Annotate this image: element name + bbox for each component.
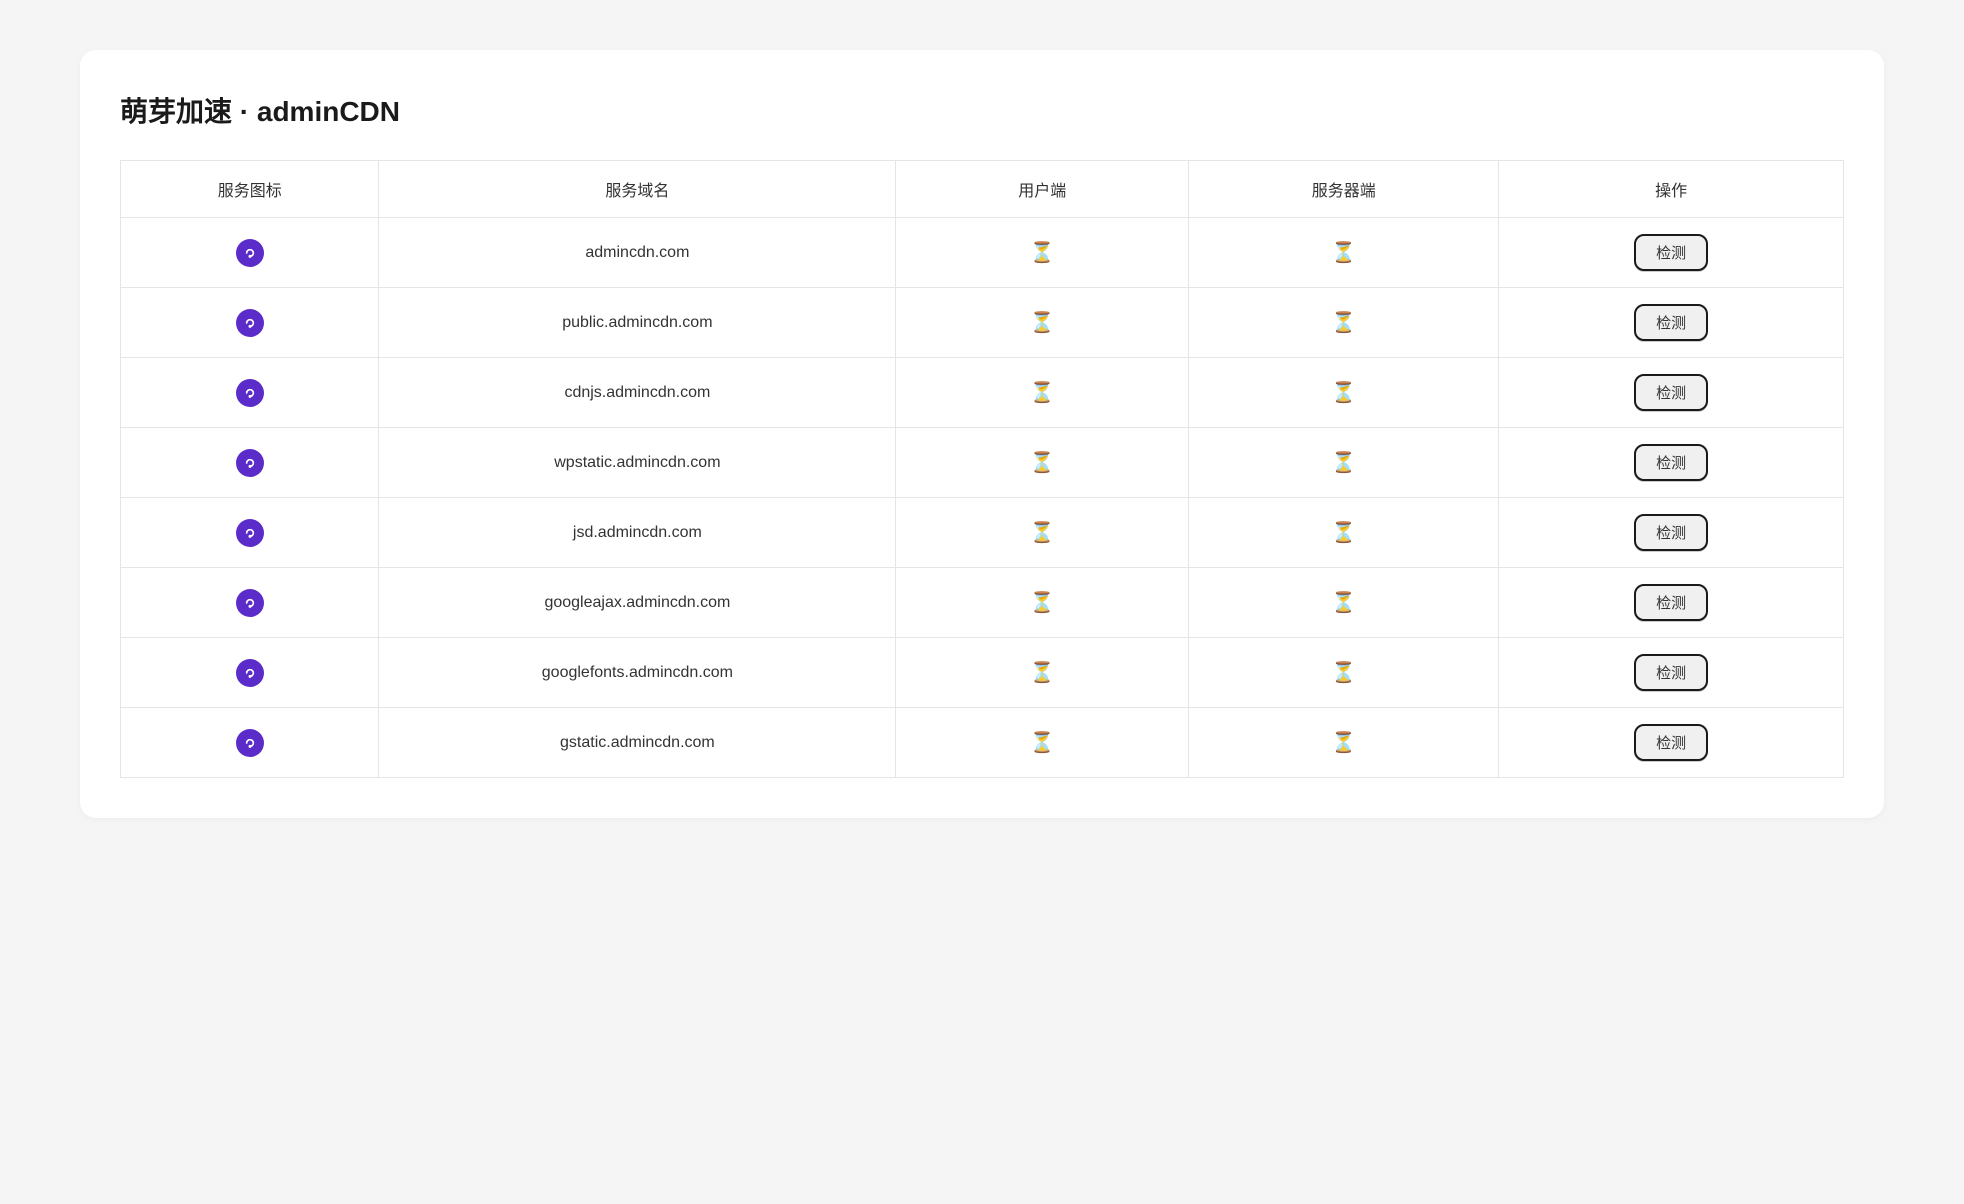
action-cell: 检测 [1499, 358, 1844, 428]
domain-cell: cdnjs.admincdn.com [379, 358, 896, 428]
domain-cell: public.admincdn.com [379, 288, 896, 358]
service-logo-icon [236, 239, 264, 267]
server-status-cell: ⏳ [1189, 568, 1499, 638]
main-card: 萌芽加速 · adminCDN 服务图标 服务域名 用户端 服务器端 操作 ad… [80, 50, 1884, 818]
hourglass-icon: ⏳ [1030, 732, 1055, 754]
table-row: cdnjs.admincdn.com ⏳ ⏳ 检测 [121, 358, 1844, 428]
service-icon-cell [121, 708, 379, 778]
server-status-cell: ⏳ [1189, 428, 1499, 498]
client-status-cell: ⏳ [896, 498, 1189, 568]
detect-button[interactable]: 检测 [1634, 584, 1708, 621]
table-header-row: 服务图标 服务域名 用户端 服务器端 操作 [121, 161, 1844, 218]
hourglass-icon: ⏳ [1331, 452, 1356, 474]
table-row: jsd.admincdn.com ⏳ ⏳ 检测 [121, 498, 1844, 568]
detect-button[interactable]: 检测 [1634, 444, 1708, 481]
service-logo-icon [236, 729, 264, 757]
detect-button[interactable]: 检测 [1634, 304, 1708, 341]
action-cell: 检测 [1499, 288, 1844, 358]
hourglass-icon: ⏳ [1030, 242, 1055, 264]
service-icon-cell [121, 428, 379, 498]
table-row: wpstatic.admincdn.com ⏳ ⏳ 检测 [121, 428, 1844, 498]
detect-button[interactable]: 检测 [1634, 234, 1708, 271]
page-title: 萌芽加速 · adminCDN [120, 90, 1844, 130]
detect-button[interactable]: 检测 [1634, 374, 1708, 411]
hourglass-icon: ⏳ [1030, 382, 1055, 404]
client-status-cell: ⏳ [896, 218, 1189, 288]
hourglass-icon: ⏳ [1030, 522, 1055, 544]
hourglass-icon: ⏳ [1030, 312, 1055, 334]
header-action: 操作 [1499, 161, 1844, 218]
service-logo-icon [236, 659, 264, 687]
header-domain: 服务域名 [379, 161, 896, 218]
table-row: googlefonts.admincdn.com ⏳ ⏳ 检测 [121, 638, 1844, 708]
service-logo-icon [236, 309, 264, 337]
hourglass-icon: ⏳ [1030, 592, 1055, 614]
client-status-cell: ⏳ [896, 708, 1189, 778]
service-logo-icon [236, 519, 264, 547]
service-icon-cell [121, 358, 379, 428]
server-status-cell: ⏳ [1189, 498, 1499, 568]
server-status-cell: ⏳ [1189, 638, 1499, 708]
action-cell: 检测 [1499, 708, 1844, 778]
header-server: 服务器端 [1189, 161, 1499, 218]
table-row: gstatic.admincdn.com ⏳ ⏳ 检测 [121, 708, 1844, 778]
action-cell: 检测 [1499, 498, 1844, 568]
service-icon-cell [121, 288, 379, 358]
client-status-cell: ⏳ [896, 358, 1189, 428]
action-cell: 检测 [1499, 638, 1844, 708]
table-row: admincdn.com ⏳ ⏳ 检测 [121, 218, 1844, 288]
hourglass-icon: ⏳ [1331, 382, 1356, 404]
server-status-cell: ⏳ [1189, 218, 1499, 288]
domain-cell: googlefonts.admincdn.com [379, 638, 896, 708]
service-icon-cell [121, 498, 379, 568]
domain-cell: googleajax.admincdn.com [379, 568, 896, 638]
detect-button[interactable]: 检测 [1634, 724, 1708, 761]
server-status-cell: ⏳ [1189, 358, 1499, 428]
action-cell: 检测 [1499, 218, 1844, 288]
service-table: 服务图标 服务域名 用户端 服务器端 操作 admincdn.com⏳⏳检测pu… [120, 160, 1844, 778]
hourglass-icon: ⏳ [1331, 592, 1356, 614]
client-status-cell: ⏳ [896, 428, 1189, 498]
client-status-cell: ⏳ [896, 638, 1189, 708]
hourglass-icon: ⏳ [1331, 732, 1356, 754]
hourglass-icon: ⏳ [1030, 662, 1055, 684]
domain-cell: wpstatic.admincdn.com [379, 428, 896, 498]
domain-cell: admincdn.com [379, 218, 896, 288]
hourglass-icon: ⏳ [1331, 662, 1356, 684]
service-logo-icon [236, 449, 264, 477]
service-logo-icon [236, 589, 264, 617]
header-client: 用户端 [896, 161, 1189, 218]
detect-button[interactable]: 检测 [1634, 514, 1708, 551]
hourglass-icon: ⏳ [1030, 452, 1055, 474]
client-status-cell: ⏳ [896, 288, 1189, 358]
domain-cell: gstatic.admincdn.com [379, 708, 896, 778]
hourglass-icon: ⏳ [1331, 312, 1356, 334]
action-cell: 检测 [1499, 428, 1844, 498]
service-icon-cell [121, 568, 379, 638]
action-cell: 检测 [1499, 568, 1844, 638]
domain-cell: jsd.admincdn.com [379, 498, 896, 568]
server-status-cell: ⏳ [1189, 708, 1499, 778]
header-icon: 服务图标 [121, 161, 379, 218]
table-row: public.admincdn.com ⏳ ⏳ 检测 [121, 288, 1844, 358]
service-icon-cell [121, 638, 379, 708]
client-status-cell: ⏳ [896, 568, 1189, 638]
service-logo-icon [236, 379, 264, 407]
table-row: googleajax.admincdn.com ⏳ ⏳ 检测 [121, 568, 1844, 638]
detect-button[interactable]: 检测 [1634, 654, 1708, 691]
service-icon-cell [121, 218, 379, 288]
hourglass-icon: ⏳ [1331, 242, 1356, 264]
server-status-cell: ⏳ [1189, 288, 1499, 358]
hourglass-icon: ⏳ [1331, 522, 1356, 544]
